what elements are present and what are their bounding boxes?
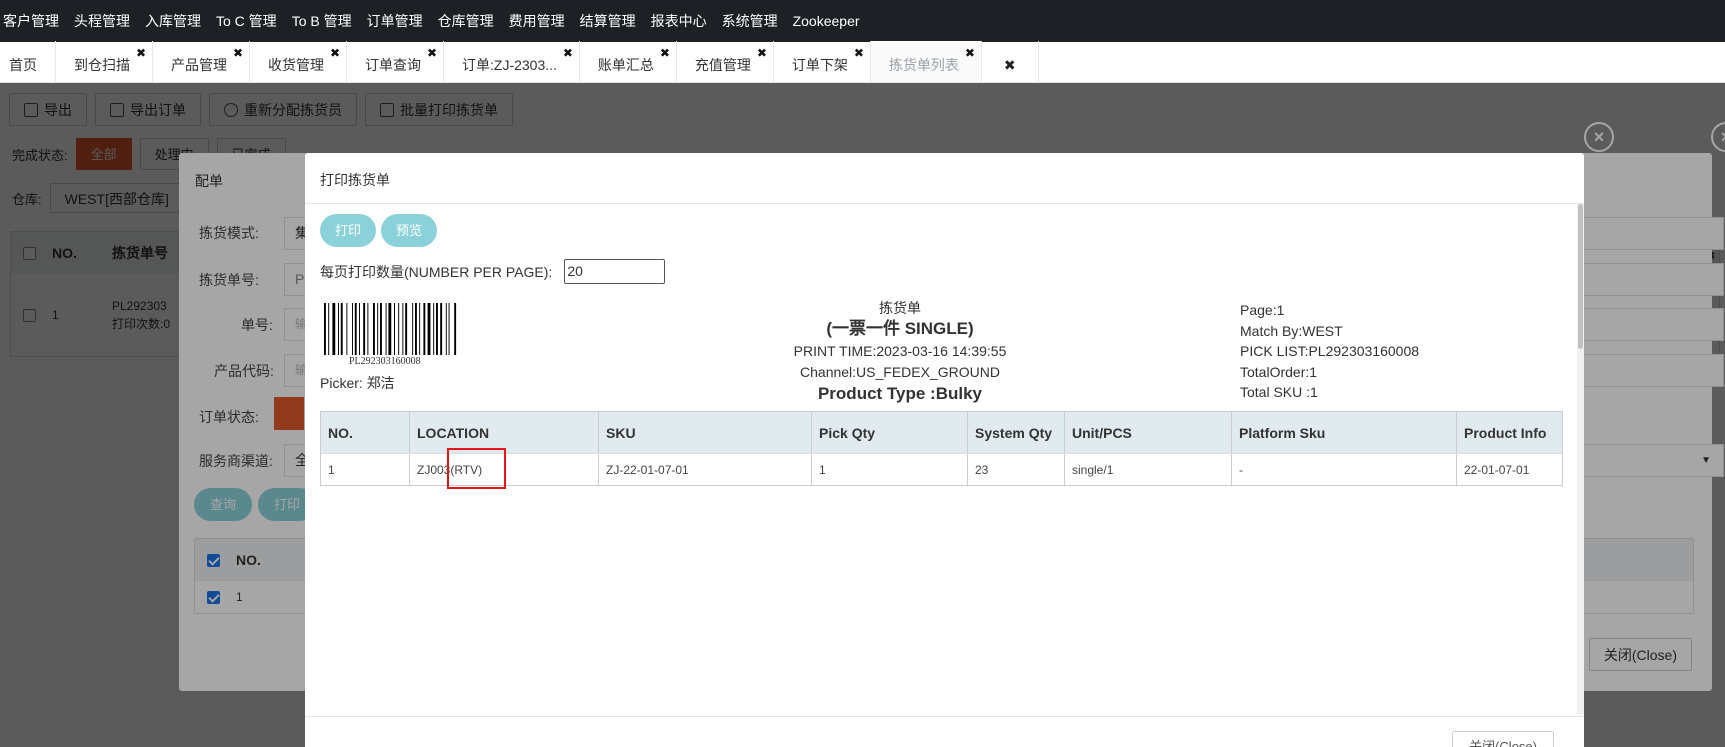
tab-label: 充值管理 <box>694 57 751 73</box>
product-type: Product Type :Bulky <box>817 384 983 403</box>
picklist-subtitle: (一票一件 SINGLE) <box>826 319 974 338</box>
total-sku: Total SKU :1 <box>1240 384 1318 400</box>
nav-item[interactable]: 费用管理 <box>509 11 565 31</box>
td-system-qty: 23 <box>968 454 1065 485</box>
close-all-icon: ✖ <box>1003 57 1016 73</box>
tab-label: 订单查询 <box>365 57 421 73</box>
tab-close-icon[interactable]: ✖ <box>233 47 243 59</box>
print-picklist-modal: 打印拣货单 打印 预览 每页打印数量(NUMBER PER PAGE): 20 … <box>305 153 1584 747</box>
print-modal-title: 打印拣货单 <box>305 153 1584 204</box>
channel: Channel:US_FEDEX_GROUND <box>800 364 1000 380</box>
npp-label: 每页打印数量(NUMBER PER PAGE): <box>320 263 553 280</box>
barcode-image <box>324 303 457 355</box>
tab-label: 账单汇总 <box>597 57 654 73</box>
td-no: 1 <box>321 454 410 485</box>
picklist-heading: 拣货单 (一票一件 SINGLE) PRINT TIME:2023-03-16 … <box>725 300 1075 405</box>
nav-item[interactable]: 系统管理 <box>722 11 778 31</box>
tab-label: 到仓扫描 <box>74 57 130 73</box>
nav-item[interactable]: 仓库管理 <box>438 11 494 31</box>
tab-close-icon[interactable]: ✖ <box>136 47 146 59</box>
tab-label: 拣货单列表 <box>888 57 959 73</box>
npp-input[interactable]: 20 <box>564 259 666 284</box>
print-button[interactable]: 打印 <box>320 214 377 247</box>
th-sku: SKU <box>599 412 812 453</box>
th-system-qty: System Qty <box>968 412 1065 453</box>
td-sku: ZJ-22-01-07-01 <box>599 454 812 485</box>
td-pick-qty: 1 <box>812 454 968 485</box>
preview-button[interactable]: 预览 <box>381 214 438 247</box>
tab-item[interactable]: 订单查询 ✖ <box>347 41 444 82</box>
match-by: Match By:WEST <box>1240 322 1343 339</box>
nav-item[interactable]: 订单管理 <box>367 11 423 31</box>
th-no: NO. <box>321 412 410 453</box>
print-close-button[interactable]: 关闭(Close) <box>1452 731 1554 747</box>
tab-item[interactable]: 充值管理 ✖ <box>677 41 774 82</box>
nav-item[interactable]: To C 管理 <box>216 11 277 31</box>
td-unit-pcs: single/1 <box>1065 454 1232 485</box>
tab-close-icon[interactable]: ✖ <box>427 47 437 59</box>
picklist-meta: Page:1 Match By:WEST PICK LIST:PL2923031… <box>1240 300 1419 403</box>
tab-label: 首页 <box>9 57 37 73</box>
total-order: TotalOrder:1 <box>1240 363 1318 380</box>
pick-items-table: NO. LOCATION SKU Pick Qty System Qty Uni… <box>320 411 1563 486</box>
tab-close-icon[interactable]: ✖ <box>757 47 767 59</box>
tab-item[interactable]: 首页 <box>0 41 56 82</box>
tab-label: 收货管理 <box>268 57 324 73</box>
picklist-title: 拣货单 <box>879 300 921 316</box>
th-platform-sku: Platform Sku <box>1232 412 1457 453</box>
tab-label: 产品管理 <box>171 57 227 73</box>
pick-items-header: NO. LOCATION SKU Pick Qty System Qty Uni… <box>321 412 1562 453</box>
print-modal-footer: 关闭(Close) <box>305 716 1584 747</box>
barcode-number: PL292303160008 <box>349 356 421 367</box>
tab-item[interactable]: 到仓扫描 ✖ <box>56 41 153 82</box>
tab-close-icon[interactable]: ✖ <box>965 47 975 59</box>
tab-label: 订单下架 <box>791 57 848 73</box>
td-product-info: 22-01-07-01 <box>1464 462 1530 477</box>
tab-bar: 首页 到仓扫描 ✖ 产品管理 ✖ 收货管理 ✖ 订单查询 ✖ 订单:ZJ-2303... ✖ 账单汇总… <box>0 41 1725 83</box>
th-pick-qty: Pick Qty <box>812 412 968 453</box>
modal-scrollbar[interactable] <box>1577 204 1584 714</box>
print-time: PRINT TIME:2023-03-16 14:39:55 <box>793 343 1007 359</box>
tab-item[interactable]: 收货管理 ✖ <box>250 41 347 82</box>
tab-close-icon[interactable]: ✖ <box>660 47 670 59</box>
nav-item[interactable]: 入库管理 <box>145 11 201 31</box>
table-row: 1 ZJ003(RTV) ZJ-22-01-07-01 1 23 single/… <box>321 453 1562 485</box>
close-all-tabs-button[interactable]: ✖ <box>982 41 1039 82</box>
nav-item[interactable]: Zookeeper <box>793 13 860 29</box>
td-platform-sku: - <box>1232 454 1457 485</box>
tab-item[interactable]: 订单:ZJ-2303... ✖ <box>444 41 580 82</box>
tab-close-icon[interactable]: ✖ <box>563 47 573 59</box>
nav-item[interactable]: 报表中心 <box>651 11 707 31</box>
pick-list-no: PICK LIST:PL292303160008 <box>1240 343 1420 359</box>
tab-item[interactable]: 账单汇总 ✖ <box>580 41 677 82</box>
th-unit-pcs: Unit/PCS <box>1065 412 1232 453</box>
nav-item[interactable]: To B 管理 <box>292 11 352 31</box>
tab-item[interactable]: 拣货单列表 ✖ <box>870 41 982 82</box>
picker-name: Picker: 郑洁 <box>320 375 395 391</box>
tab-item[interactable]: 产品管理 ✖ <box>153 41 250 82</box>
tab-close-icon[interactable]: ✖ <box>854 47 864 59</box>
tab-close-icon[interactable]: ✖ <box>330 47 340 59</box>
number-per-page: 每页打印数量(NUMBER PER PAGE): 20 <box>320 259 666 284</box>
page-number: Page:1 <box>1240 302 1285 318</box>
th-location: LOCATION <box>410 412 599 453</box>
th-product-info: Product Info <box>1464 424 1547 441</box>
td-location: ZJ003(RTV) <box>410 454 599 485</box>
tab-label: 订单:ZJ-2303... <box>462 57 557 73</box>
print-actions: 打印 预览 <box>320 214 438 247</box>
nav-item[interactable]: 客户管理 <box>3 11 59 31</box>
nav-item[interactable]: 结算管理 <box>580 11 636 31</box>
nav-item[interactable]: 头程管理 <box>74 11 130 31</box>
scrollbar-thumb[interactable] <box>1578 204 1583 349</box>
tab-item[interactable]: 订单下架 ✖ <box>774 41 871 82</box>
top-nav: 客户管理 头程管理 入库管理 To C 管理 To B 管理 订单管理 仓库管理 费用管理 结算… <box>0 0 1725 42</box>
